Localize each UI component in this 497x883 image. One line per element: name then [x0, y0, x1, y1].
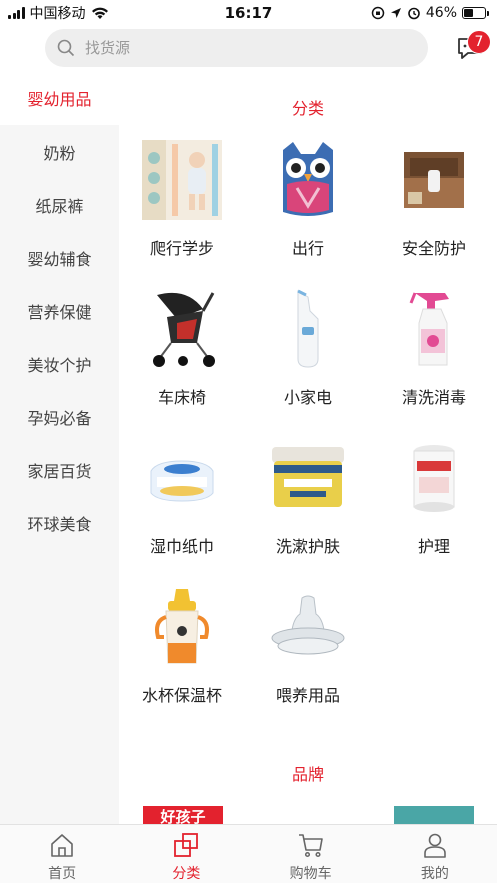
cart-icon [298, 834, 323, 858]
nipple-icon [266, 585, 350, 669]
sidebar-item-baby-food[interactable]: 婴幼辅食 [0, 231, 119, 284]
category-label: 安全防护 [401, 239, 466, 258]
owl-backpack-icon [266, 138, 350, 222]
search-input[interactable] [85, 39, 385, 57]
search-bar[interactable] [45, 29, 428, 67]
sidebar-item-diapers[interactable]: 纸尿裤 [0, 178, 119, 231]
brand-section-title: 品牌 [291, 765, 324, 784]
tab-label: 分类 [172, 866, 201, 882]
orientation-lock-icon [371, 6, 385, 20]
stroller-icon [140, 287, 224, 371]
sidebar-item-label: 环球美食 [27, 514, 92, 534]
sidebar-item-label: 家居百货 [27, 461, 92, 481]
alarm-icon [408, 7, 420, 20]
category-label: 爬行学步 [149, 239, 214, 258]
tab-home[interactable]: 首页 [0, 825, 124, 883]
top-bar [0, 26, 497, 70]
ear-thermometer-icon [266, 287, 350, 371]
category-label: 水杯保温杯 [141, 686, 222, 705]
sidebar-item-label: 婴幼辅食 [27, 249, 92, 269]
category-icon [174, 833, 199, 857]
sidebar-item-beauty[interactable]: 美妆个护 [0, 337, 119, 390]
sippy-cup-icon [140, 585, 224, 669]
search-icon [57, 39, 75, 57]
profile-icon [424, 833, 446, 858]
signal-icon [8, 7, 25, 19]
sidebar-item-nutrition[interactable]: 营养保健 [0, 284, 119, 337]
bottom-tab-bar: 首页 分类 购物车 我的 [0, 824, 497, 883]
category-item[interactable]: 洗漱护肤 [245, 436, 371, 585]
sidebar-item-milk-powder[interactable]: 奶粉 [0, 125, 119, 178]
cotton-swab-box-icon [392, 436, 476, 520]
sidebar-item-label: 美妆个护 [27, 355, 92, 375]
category-content: 分类 爬行学步 出行 安全防护 车床椅 小家电 清洗消毒 湿巾纸巾 洗漱护肤 护… [119, 70, 497, 824]
tab-profile[interactable]: 我的 [373, 825, 497, 883]
category-item[interactable]: 护理 [371, 436, 497, 585]
category-label: 车床椅 [157, 388, 206, 407]
category-label: 喂养用品 [275, 686, 340, 705]
sidebar-item-baby-products[interactable]: 婴幼用品 [0, 70, 119, 125]
category-label: 护理 [417, 537, 450, 556]
battery-icon [462, 7, 489, 19]
category-item[interactable]: 车床椅 [119, 287, 245, 436]
category-item[interactable]: 喂养用品 [245, 585, 371, 734]
sidebar-item-household[interactable]: 家居百货 [0, 443, 119, 496]
battery-percent: 46% [425, 5, 457, 21]
category-item[interactable]: 出行 [245, 138, 371, 287]
carrier-label: 中国移动 [29, 6, 86, 22]
tab-category[interactable]: 分类 [124, 825, 248, 883]
category-label: 清洗消毒 [401, 388, 466, 407]
category-section-title: 分类 [291, 99, 324, 118]
wifi-icon [91, 7, 108, 19]
sidebar-item-label: 纸尿裤 [35, 196, 84, 216]
tab-label: 首页 [48, 866, 77, 882]
category-item[interactable]: 清洗消毒 [371, 287, 497, 436]
message-badge: 7 [467, 30, 491, 54]
category-item[interactable]: 爬行学步 [119, 138, 245, 287]
category-label: 出行 [291, 239, 324, 258]
tab-cart[interactable]: 购物车 [249, 825, 373, 883]
sidebar-item-label: 奶粉 [43, 143, 76, 163]
play-mat-icon [140, 138, 224, 222]
category-label: 湿巾纸巾 [149, 537, 214, 556]
category-label: 洗漱护肤 [275, 537, 340, 556]
cream-jar-icon [266, 436, 350, 520]
tab-label: 购物车 [289, 866, 332, 882]
status-bar: 中国移动 16:17 46% [0, 0, 497, 26]
category-grid: 爬行学步 出行 安全防护 车床椅 小家电 清洗消毒 湿巾纸巾 洗漱护肤 护理 水… [119, 138, 497, 734]
wet-wipes-icon [140, 436, 224, 520]
brand-logo-goodbaby[interactable]: 好孩子 [143, 806, 223, 824]
category-item[interactable]: 安全防护 [371, 138, 497, 287]
drawer-lock-icon [392, 138, 476, 222]
tab-label: 我的 [420, 866, 449, 882]
brand-logo-text: 好孩子 [160, 808, 206, 824]
sidebar-item-label: 婴幼用品 [27, 89, 92, 109]
category-item[interactable]: 水杯保温杯 [119, 585, 245, 734]
sidebar-item-label: 营养保健 [27, 302, 92, 322]
category-label: 小家电 [283, 388, 332, 407]
spray-bottle-icon [392, 287, 476, 371]
category-item[interactable]: 湿巾纸巾 [119, 436, 245, 585]
sidebar-item-label: 孕妈必备 [27, 408, 92, 428]
brand-logo[interactable] [394, 806, 474, 824]
sidebar-item-global-food[interactable]: 环球美食 [0, 496, 119, 549]
category-sidebar: 婴幼用品 奶粉 纸尿裤 婴幼辅食 营养保健 美妆个护 孕妈必备 家居百货 环球美… [0, 70, 119, 824]
home-icon [51, 834, 73, 857]
sidebar-item-maternity[interactable]: 孕妈必备 [0, 390, 119, 443]
category-item[interactable]: 小家电 [245, 287, 371, 436]
location-icon [390, 8, 401, 18]
